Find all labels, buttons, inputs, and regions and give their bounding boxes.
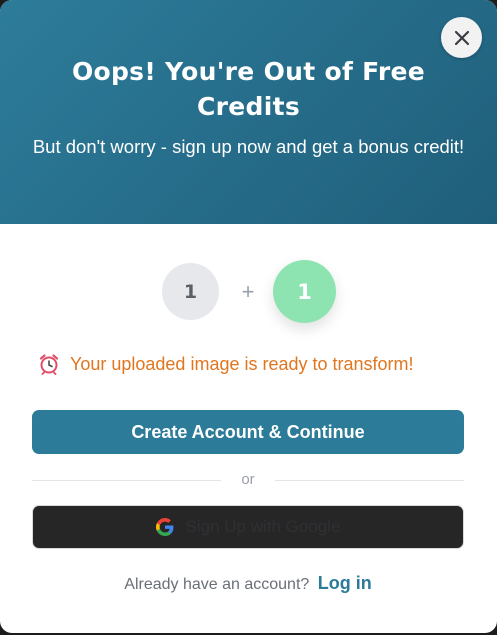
plus-sign: + xyxy=(241,279,255,304)
login-prompt-text: Already have an account? xyxy=(124,576,310,593)
upload-ready-message: Your uploaded image is ready to transfor… xyxy=(38,351,463,377)
close-button[interactable] xyxy=(441,17,482,58)
login-link[interactable]: Log in xyxy=(318,573,372,593)
login-prompt-row: Already have an account? Log in xyxy=(32,571,464,597)
google-icon xyxy=(155,518,173,536)
signup-modal: Oops! You're Out of Free Credits But don… xyxy=(0,0,497,633)
modal-title: Oops! You're Out of Free Credits xyxy=(71,57,426,121)
google-signup-label: Sign Up with Google xyxy=(185,517,341,536)
modal-subtitle: But don't worry - sign up now and get a … xyxy=(32,136,465,157)
close-icon xyxy=(454,30,469,45)
modal-header: Oops! You're Out of Free Credits But don… xyxy=(0,0,497,224)
divider-line-right xyxy=(275,480,464,481)
alarm-clock-icon xyxy=(39,354,59,375)
bonus-credit-badge: 1 xyxy=(273,260,336,323)
create-account-button[interactable]: Create Account & Continue xyxy=(32,410,464,454)
upload-ready-text: Your uploaded image is ready to transfor… xyxy=(70,353,414,374)
create-account-label: Create Account & Continue xyxy=(131,421,365,442)
current-credit-badge: 1 xyxy=(162,263,219,320)
divider-line-left xyxy=(32,480,221,481)
current-credit-value: 1 xyxy=(183,280,198,303)
bonus-credit-value: 1 xyxy=(297,279,312,304)
google-signup-button[interactable]: Sign Up with Google xyxy=(32,505,464,549)
divider-text: or xyxy=(241,471,255,488)
